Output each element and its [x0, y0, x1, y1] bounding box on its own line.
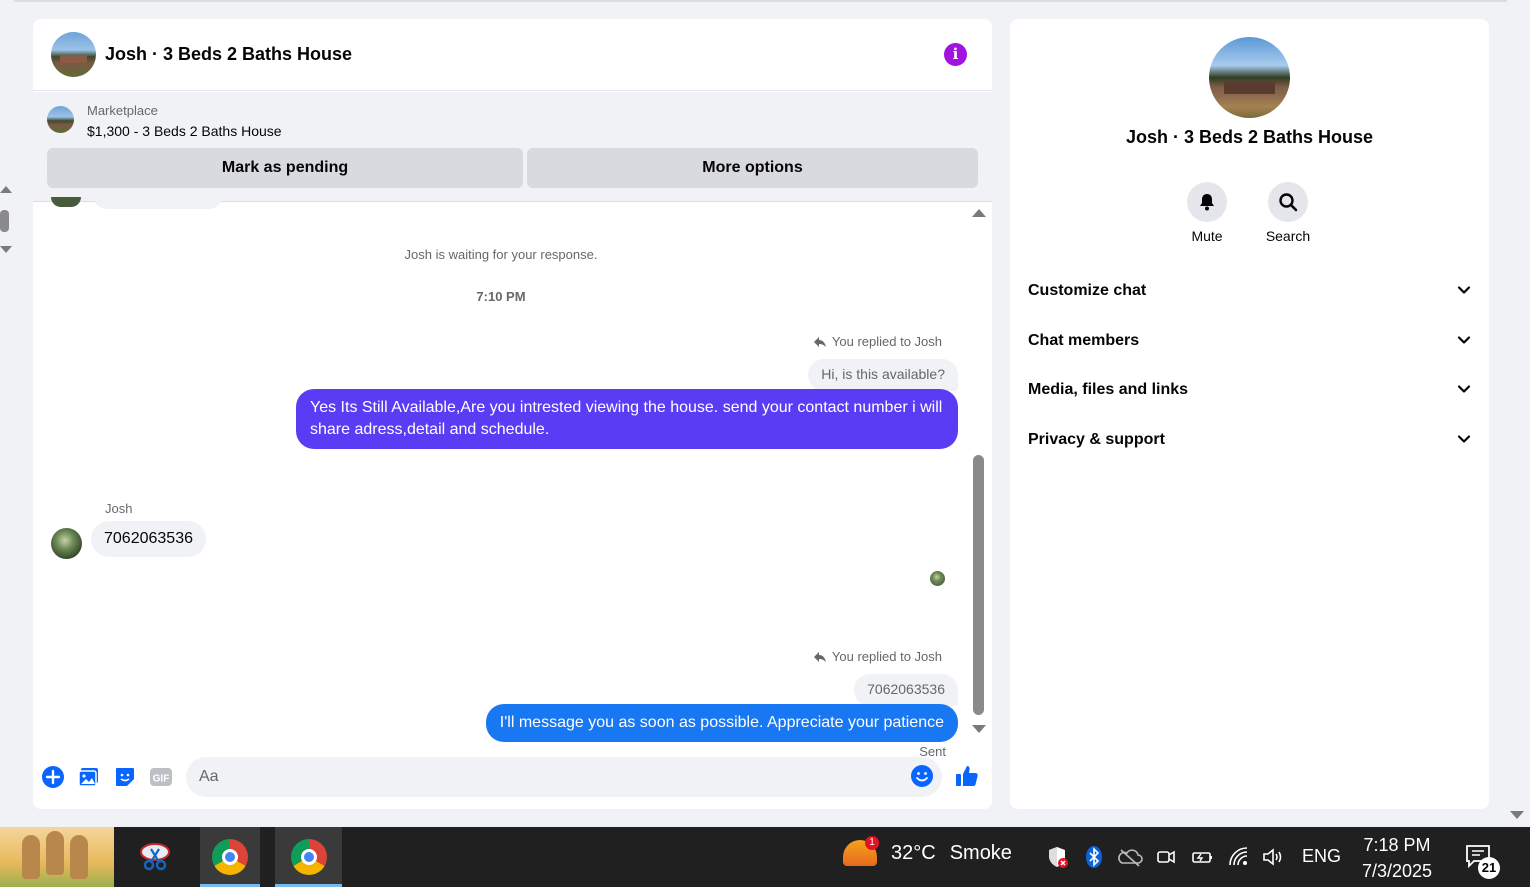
chat-title[interactable]: Josh · 3 Beds 2 Baths House [105, 44, 352, 65]
mark-as-pending-button[interactable]: Mark as pending [47, 148, 523, 188]
section-media-files-links[interactable]: Media, files and links [1018, 368, 1481, 412]
scroll-up-arrow-icon[interactable] [0, 186, 12, 193]
like-icon[interactable] [954, 763, 980, 789]
left-scrollbar[interactable] [0, 186, 12, 256]
volume-icon[interactable] [1261, 845, 1285, 869]
info-icon[interactable]: i [944, 43, 967, 66]
taskbar-chrome-profile[interactable] [275, 827, 342, 887]
reply-label-text: You replied to Josh [831, 334, 942, 349]
search-button[interactable] [1268, 182, 1308, 222]
reply-arrow-icon [813, 336, 826, 347]
language-indicator[interactable]: ENG [1302, 846, 1341, 867]
timestamp: 7:10 PM [476, 289, 526, 304]
message-input[interactable] [186, 757, 942, 797]
section-privacy-support[interactable]: Privacy & support [1018, 418, 1481, 462]
chevron-down-icon [1457, 435, 1471, 443]
emoji-icon[interactable] [910, 764, 934, 788]
chevron-down-icon [1457, 385, 1471, 393]
sender-avatar[interactable] [51, 528, 82, 559]
marketplace-label: Marketplace [87, 103, 158, 118]
page-scroll-down-arrow-icon[interactable] [1510, 811, 1524, 819]
bell-icon [1200, 194, 1214, 211]
notification-center[interactable]: 21 [1464, 843, 1500, 879]
chat-panel: Josh · 3 Beds 2 Baths House i Marketplac… [33, 19, 992, 809]
viewport-border [14, 0, 1507, 2]
listing-title[interactable]: $1,300 - 3 Beds 2 Baths House [87, 123, 282, 139]
chevron-down-icon [1457, 336, 1471, 344]
mute-label: Mute [1191, 228, 1223, 244]
conversation-avatar-large[interactable] [1209, 37, 1290, 118]
photo-icon[interactable] [77, 765, 101, 789]
scroll-thumb[interactable] [0, 210, 9, 232]
sender-name: Josh [105, 501, 133, 516]
chrome-icon [212, 839, 248, 875]
camera-icon[interactable] [1154, 845, 1178, 869]
mute-button[interactable] [1187, 182, 1227, 222]
section-chat-members[interactable]: Chat members [1018, 319, 1481, 363]
gif-icon[interactable]: GIF [149, 765, 173, 789]
more-options-button[interactable]: More options [527, 148, 978, 188]
svg-text:GIF: GIF [153, 774, 170, 785]
section-label: Privacy & support [1028, 431, 1165, 448]
meerkat-image [46, 831, 64, 875]
weather-temp: 32°C [891, 841, 936, 864]
scroll-down-arrow-icon[interactable] [0, 246, 12, 253]
meerkat-image [22, 835, 40, 879]
reply-arrow-icon [813, 651, 826, 662]
partial-message-bubble [93, 195, 223, 209]
section-customize-chat[interactable]: Customize chat [1018, 269, 1481, 313]
wifi-icon[interactable] [1227, 845, 1251, 869]
clock-date: 7/3/2025 [1361, 861, 1433, 881]
listing-thumbnail[interactable] [47, 106, 74, 133]
conversation-avatar[interactable] [51, 32, 96, 77]
battery-charging-icon[interactable] [1190, 845, 1214, 869]
taskbar: 1 32°C Smoke ENG 7:18 PM 7/3/2025 21 [0, 827, 1530, 887]
scissors-icon [140, 843, 170, 871]
marketplace-bar: Marketplace $1,300 - 3 Beds 2 Baths Hous… [33, 92, 992, 202]
chrome-profile-icon [290, 839, 327, 875]
notification-count: 21 [1478, 857, 1500, 879]
sticker-icon[interactable] [113, 765, 137, 789]
conversation-info-panel: Josh · 3 Beds 2 Baths House Mute Search … [1010, 19, 1489, 809]
clock[interactable]: 7:18 PM 7/3/2025 [1349, 832, 1445, 884]
outgoing-message[interactable]: I'll message you as soon as possible. Ap… [485, 704, 958, 742]
scroll-up-arrow-icon[interactable] [972, 209, 986, 217]
weather-badge: 1 [865, 836, 879, 850]
waiting-notice: Josh is waiting for your response. [404, 247, 598, 262]
weather-desc: Smoke [949, 841, 1012, 864]
partial-avatar [51, 197, 81, 207]
weather-widget[interactable]: 1 32°C Smoke [843, 836, 1012, 866]
clock-time: 7:18 PM [1363, 835, 1431, 855]
desktop-widget-meerkats[interactable] [0, 827, 114, 887]
incoming-message[interactable]: 7062063536 [91, 521, 206, 557]
reply-label-text: You replied to Josh [831, 649, 942, 664]
security-shield-icon[interactable] [1045, 845, 1069, 869]
quoted-message[interactable]: Hi, is this available? [808, 359, 958, 391]
plus-icon[interactable] [41, 765, 65, 789]
quoted-message[interactable]: 7062063536 [854, 674, 958, 706]
search-icon [1279, 193, 1298, 212]
search-label: Search [1265, 228, 1311, 244]
scroll-thumb[interactable] [973, 455, 984, 715]
outgoing-message[interactable]: Yes Its Still Available,Are you intreste… [296, 389, 958, 449]
seen-indicator-avatar [930, 571, 945, 586]
onedrive-icon[interactable] [1117, 845, 1143, 869]
weather-icon: 1 [843, 836, 879, 866]
message-list: Josh is waiting for your response. 7:10 … [33, 195, 992, 759]
scroll-down-arrow-icon[interactable] [972, 725, 986, 733]
chevron-down-icon [1457, 286, 1471, 294]
reply-label: You replied to Josh [813, 649, 942, 664]
bluetooth-icon[interactable] [1082, 845, 1106, 869]
chat-header: Josh · 3 Beds 2 Baths House i [33, 19, 992, 91]
reply-label: You replied to Josh [813, 334, 942, 349]
section-label: Media, files and links [1028, 381, 1189, 398]
section-label: Customize chat [1028, 282, 1147, 299]
message-composer: GIF [33, 755, 992, 809]
taskbar-chrome[interactable] [200, 827, 260, 887]
taskbar-snipping-tool[interactable] [125, 827, 185, 887]
chat-scrollbar[interactable] [972, 209, 986, 749]
panel-title: Josh · 3 Beds 2 Baths House [1125, 127, 1374, 147]
section-label: Chat members [1028, 332, 1140, 349]
meerkat-image [70, 835, 88, 879]
